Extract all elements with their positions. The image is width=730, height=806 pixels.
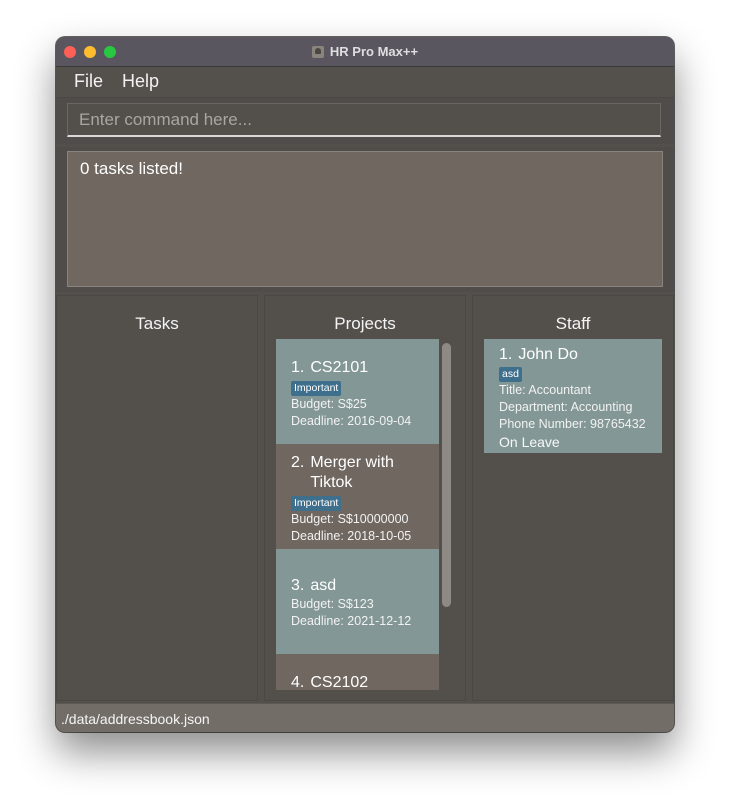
project-index: 3. [291, 577, 305, 594]
projects-panel-title: Projects [334, 314, 396, 333]
project-budget: Budget: S$10000000 [291, 512, 409, 526]
projects-scrollbar[interactable] [442, 343, 451, 607]
project-tag: Important [291, 381, 342, 396]
window-title-group: HR Pro Max++ [56, 37, 674, 66]
project-index: 4. [291, 674, 305, 690]
title-bar: HR Pro Max++ [56, 37, 674, 67]
project-card[interactable]: 2. Merger with Tiktok Important Budget: S… [276, 444, 439, 549]
staff-title: Title: Accountant [499, 383, 591, 397]
app-icon [311, 45, 324, 58]
project-index: 2. [291, 454, 305, 471]
project-card[interactable]: 1. CS2101 Important Budget: S$25 Deadline… [276, 339, 439, 444]
command-input[interactable] [67, 103, 661, 137]
command-box-area [56, 98, 674, 144]
result-display: 0 tasks listed! [67, 151, 663, 287]
staff-status: On Leave [499, 434, 560, 450]
staff-name: John Do [518, 346, 578, 363]
project-tag: Important [291, 496, 342, 511]
staff-tag: asd [499, 367, 522, 382]
staff-index: 1. [499, 346, 513, 363]
result-display-area: 0 tasks listed! [56, 147, 674, 292]
project-deadline: Deadline: 2016-09-04 [291, 414, 412, 428]
project-name: Merger with Tiktok [310, 454, 394, 491]
project-budget: Budget: S$123 [291, 597, 374, 611]
project-card[interactable]: 4. CS2102 [276, 654, 439, 690]
project-name: CS2101 [310, 359, 369, 376]
projects-list[interactable]: 1. CS2101 Important Budget: S$25 Deadline… [276, 339, 439, 690]
menu-help[interactable]: Help [122, 71, 159, 92]
menu-file[interactable]: File [74, 71, 103, 92]
staff-card[interactable]: 1. John Do asd Title: Accountant Departme… [484, 339, 662, 453]
staff-department: Department: Accounting [499, 400, 633, 414]
data-file-path: ./data/addressbook.json [61, 711, 210, 727]
project-deadline: Deadline: 2018-10-05 [291, 529, 412, 543]
project-budget: Budget: S$25 [291, 397, 367, 411]
tasks-panel-title: Tasks [135, 314, 179, 333]
project-card[interactable]: 3. asd Budget: S$123 Deadline: 2021-12-12 [276, 549, 439, 654]
tasks-panel: Tasks [56, 295, 258, 701]
project-name: CS2102 [310, 674, 369, 690]
project-deadline: Deadline: 2021-12-12 [291, 614, 412, 628]
status-bar: ./data/addressbook.json [56, 703, 674, 732]
staff-panel-title: Staff [555, 314, 591, 333]
result-message: 0 tasks listed! [80, 159, 183, 178]
project-name: asd [310, 577, 337, 594]
window-title: HR Pro Max++ [329, 44, 419, 59]
menu-bar: File Help [56, 67, 674, 98]
staff-phone: Phone Number: 98765432 [499, 417, 646, 431]
project-index: 1. [291, 359, 305, 376]
